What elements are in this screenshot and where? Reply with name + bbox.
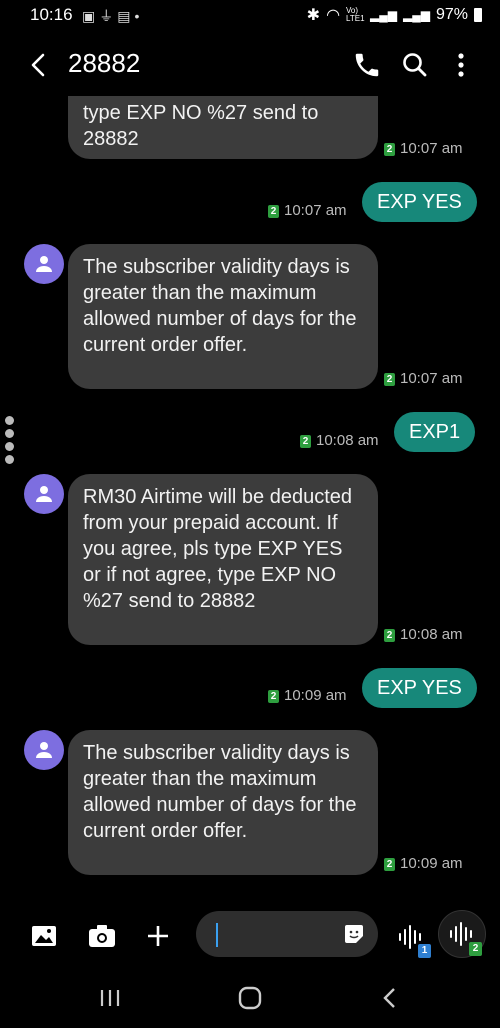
incoming-message[interactable]: RM30 Airtime will be deducted from your … [68, 474, 378, 645]
incoming-message[interactable]: The subscriber validity days is greater … [68, 730, 378, 875]
sim-badge: 2 [268, 690, 279, 703]
status-right-icons: ✱ ◠ Vo) LTE1 ▂▄▆ ▂▄▆ 97% [307, 5, 482, 25]
edge-panel-handle[interactable] [5, 416, 15, 468]
signal-icon: ▂▄▆ [370, 8, 397, 22]
message-timestamp: 2 10:07 am [384, 370, 463, 387]
avatar[interactable] [24, 730, 64, 770]
back-arrow-icon[interactable] [24, 50, 54, 80]
gallery-icon: ▣ [82, 8, 100, 24]
camera-icon[interactable] [86, 920, 118, 952]
message-timestamp: 2 10:08 am [300, 432, 379, 449]
voice-wave-icon[interactable]: 1 [392, 918, 432, 958]
plus-icon[interactable] [142, 920, 174, 952]
status-bar: 10:16 ▣⏚▤• ✱ ◠ Vo) LTE1 ▂▄▆ ▂▄▆ 97% [0, 0, 500, 32]
avatar[interactable] [24, 244, 64, 284]
more-vert-icon[interactable] [448, 50, 474, 80]
incoming-message[interactable]: The subscriber validity days is greater … [68, 244, 378, 389]
dot-icon: • [134, 8, 144, 24]
sticker-icon[interactable] [342, 922, 366, 946]
person-icon [36, 256, 52, 272]
sim-badge: 2 [469, 942, 482, 956]
battery-percent: 97% [435, 6, 468, 23]
battery-icon [474, 8, 482, 22]
outgoing-message[interactable]: EXP1 [394, 412, 476, 452]
wifi-icon: ◠ [326, 7, 341, 24]
message-list[interactable]: type EXP NO %27 send to 28882 2 10:07 am … [0, 96, 500, 896]
person-icon [36, 486, 52, 502]
conversation-title: 28882 [68, 48, 141, 78]
home-icon[interactable] [236, 986, 264, 1010]
notification-icon: ▤ [117, 8, 135, 24]
network-label: Vo) LTE1 [346, 6, 365, 23]
sim-badge: 2 [300, 435, 311, 448]
image-icon[interactable] [28, 920, 60, 952]
message-timestamp: 2 10:07 am [268, 202, 347, 219]
incoming-message[interactable]: type EXP NO %27 send to 28882 [68, 96, 378, 159]
recents-icon[interactable] [96, 986, 124, 1010]
conversation-header: 28882 [0, 32, 500, 96]
composer-bar: 1 2 [0, 906, 500, 966]
message-timestamp: 2 10:08 am [384, 626, 463, 643]
message-timestamp: 2 10:09 am [384, 855, 463, 872]
message-timestamp: 2 10:07 am [384, 140, 463, 157]
sim-badge: 2 [384, 629, 395, 642]
bluetooth-icon: ✱ [306, 7, 321, 24]
sim-badge: 2 [384, 373, 395, 386]
outgoing-message[interactable]: EXP YES [362, 668, 477, 708]
message-timestamp: 2 10:09 am [268, 687, 347, 704]
usb-icon: ⏚ [99, 8, 118, 24]
text-caret [216, 923, 218, 947]
signal2-icon: ▂▄▆ [403, 8, 430, 22]
status-time: 10:16 [30, 5, 73, 24]
avatar[interactable] [24, 474, 64, 514]
back-icon[interactable] [376, 986, 404, 1010]
phone-icon[interactable] [352, 50, 382, 80]
person-icon [36, 742, 52, 758]
sim-badge: 2 [268, 205, 279, 218]
outgoing-message[interactable]: EXP YES [362, 182, 477, 222]
sim-badge: 1 [418, 944, 431, 958]
system-nav-bar [0, 968, 500, 1028]
sim-badge: 2 [384, 858, 395, 871]
notification-icons: ▣⏚▤• [82, 6, 143, 26]
sim-badge: 2 [384, 143, 395, 156]
message-input[interactable] [196, 911, 378, 957]
voice-send-button[interactable]: 2 [438, 910, 486, 958]
search-icon[interactable] [400, 50, 430, 80]
